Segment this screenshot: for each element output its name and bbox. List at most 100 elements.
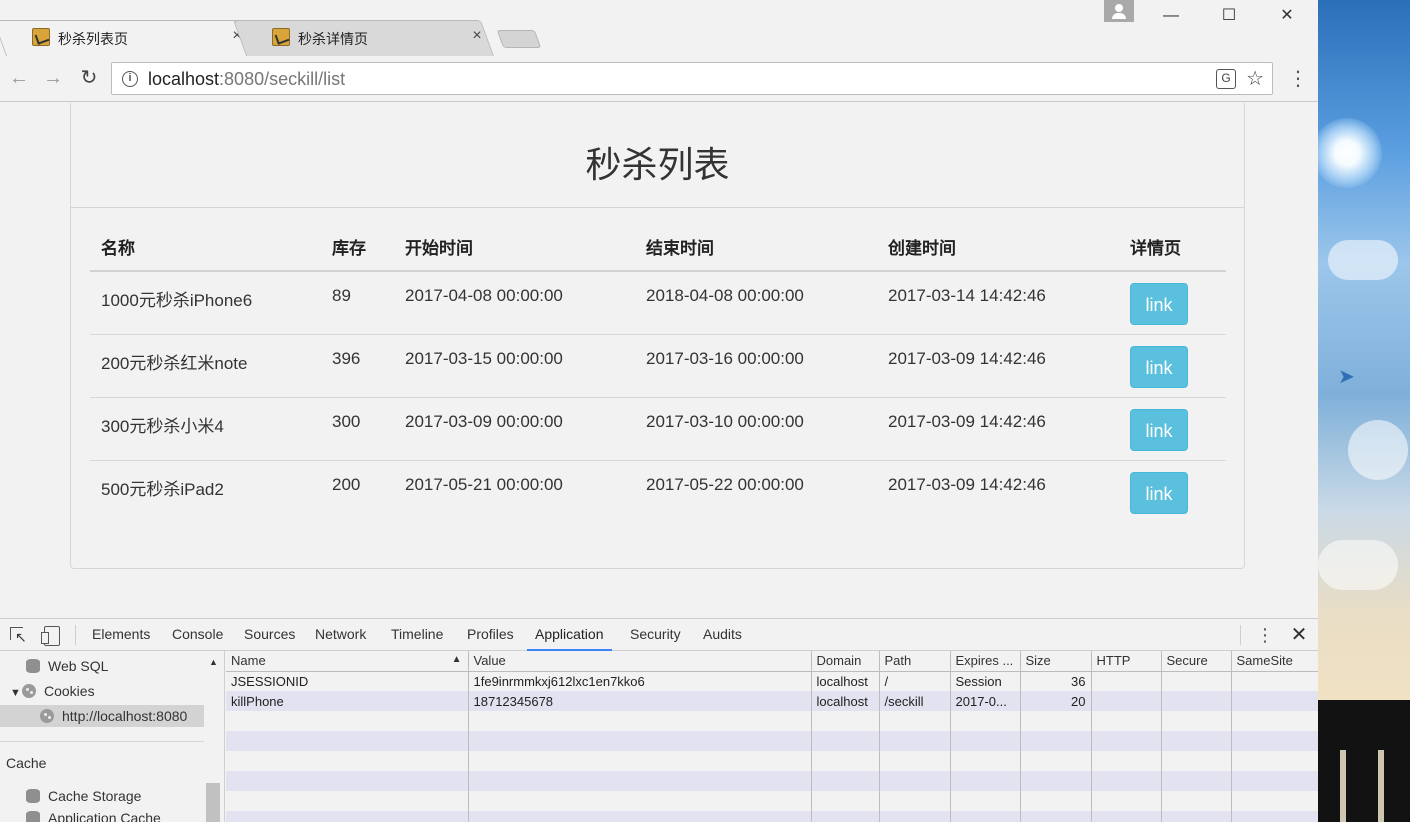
cookie-expires: Session	[950, 671, 1021, 691]
tab-title: 秒杀列表页	[58, 31, 128, 47]
tab-network[interactable]: Network	[307, 619, 374, 651]
empty-row	[226, 771, 1318, 791]
devtools-panel: Elements Console Sources Network Timelin…	[0, 618, 1318, 822]
site-info-icon[interactable]: i	[122, 71, 138, 87]
tab-security[interactable]: Security	[622, 619, 689, 651]
url-text[interactable]: localhost:8080/seckill/list	[148, 69, 345, 90]
tab-elements[interactable]: Elements	[84, 619, 158, 651]
col-http[interactable]: HTTP	[1091, 651, 1162, 672]
cell-created: 2017-03-09 14:42:46	[877, 334, 1119, 398]
cell-stock: 300	[321, 397, 394, 461]
col-name[interactable]: Name ▲	[226, 651, 469, 672]
empty-row	[226, 751, 1318, 771]
cell-stock: 200	[332, 474, 361, 494]
detail-link-button[interactable]: link	[1130, 471, 1188, 514]
cookie-icon	[22, 684, 36, 698]
col-secure[interactable]: Secure	[1161, 651, 1232, 672]
cell-name: 500元秒杀iPad2	[101, 479, 224, 499]
address-bar[interactable]: i localhost:8080/seckill/list G ☆	[111, 62, 1273, 95]
devtools-close-icon[interactable]: ✕	[1289, 623, 1309, 647]
col-samesite[interactable]: SameSite	[1231, 651, 1318, 672]
cookie-value: 1fe9inrmmkxj612lxc1en7kko6	[468, 671, 812, 691]
cell-end: 2017-03-16 00:00:00	[635, 334, 877, 398]
minimize-button[interactable]: —	[1142, 0, 1200, 32]
col-start-time: 开始时间	[394, 223, 635, 272]
sidebar-item-label: http://localhost:8080	[62, 708, 188, 724]
col-name: 名称	[90, 223, 321, 272]
divider	[1240, 625, 1241, 645]
device-toolbar-icon[interactable]	[40, 625, 60, 646]
browser-menu-icon[interactable]: ⋮	[1288, 66, 1308, 92]
seckill-table: 名称 库存 开始时间 结束时间 创建时间 详情页 1000元秒杀iPhone6 …	[90, 223, 1226, 523]
sidebar-item-label: Application Cache	[48, 810, 161, 822]
expand-arrow-icon[interactable]: ▼	[10, 682, 22, 704]
sidebar-item-application-cache[interactable]: Application Cache	[26, 807, 161, 822]
cookie-row[interactable]: killPhone 18712345678 localhost /seckill…	[226, 691, 1318, 711]
page-title: 秒杀列表	[585, 145, 730, 186]
scroll-up-arrow-icon[interactable]: ▲	[209, 657, 218, 667]
reload-icon[interactable]: ↻	[75, 64, 103, 92]
cell-name: 200元秒杀红米note	[90, 334, 321, 398]
col-expires[interactable]: Expires ...	[950, 651, 1021, 672]
cell-end: 2017-03-10 00:00:00	[635, 397, 877, 461]
detail-link-button[interactable]: link	[1130, 408, 1188, 451]
cookie-http	[1091, 691, 1162, 711]
cookie-http	[1091, 671, 1162, 691]
cell-name: 300元秒杀小米4	[90, 397, 321, 461]
cell-stock: 89	[321, 271, 394, 335]
frame-post	[1340, 750, 1346, 822]
tab-sources[interactable]: Sources	[236, 619, 303, 651]
forward-arrow-icon[interactable]: →	[39, 64, 67, 92]
tab-seckill-detail[interactable]: 秒杀详情页 ×	[232, 20, 494, 56]
cookie-samesite	[1231, 671, 1318, 691]
back-arrow-icon[interactable]: ←	[5, 64, 33, 92]
sidebar-item-cookies[interactable]: ▼ Cookies	[10, 680, 95, 702]
application-sidebar: Web SQL ▼ Cookies http://localhost:8080 C…	[0, 651, 225, 822]
title-bar: 秒杀列表页 × 秒杀详情页 × — ☐ ✕	[0, 0, 1318, 56]
bookmark-star-icon[interactable]: ☆	[1246, 66, 1264, 91]
tab-timeline[interactable]: Timeline	[383, 619, 451, 651]
detail-link-button[interactable]: link	[1130, 345, 1188, 388]
cookie-size: 36	[1020, 671, 1092, 691]
tab-console[interactable]: Console	[164, 619, 231, 651]
maximize-button[interactable]: ☐	[1200, 0, 1258, 32]
window-frame-silhouette	[1318, 700, 1410, 822]
browser-window: 秒杀列表页 × 秒杀详情页 × — ☐ ✕ ← → ↻ i localhost:…	[0, 0, 1318, 822]
sidebar-item-cache-storage[interactable]: Cache Storage	[26, 785, 141, 807]
cookie-row[interactable]: JSESSIONID 1fe9inrmmkxj612lxc1en7kko6 lo…	[226, 671, 1318, 691]
desktop-wallpaper: ➤	[1318, 0, 1410, 822]
sidebar-item-web-sql[interactable]: Web SQL	[26, 655, 108, 677]
close-window-button[interactable]: ✕	[1258, 0, 1316, 32]
tab-close-icon[interactable]: ×	[468, 27, 486, 45]
cookie-size: 20	[1020, 691, 1092, 711]
col-value[interactable]: Value	[468, 651, 812, 672]
table-row: 300元秒杀小米4 300 2017-03-09 00:00:00 2017-0…	[90, 397, 1226, 461]
panel-heading: 秒杀列表	[71, 103, 1244, 208]
col-domain[interactable]: Domain	[811, 651, 880, 672]
sidebar-group-cache: Cache	[6, 755, 47, 771]
new-tab-button[interactable]	[496, 30, 542, 48]
cell-detail: link	[1119, 334, 1226, 398]
cell-created: 2017-03-14 14:42:46	[877, 271, 1119, 335]
col-path[interactable]: Path	[879, 651, 951, 672]
sidebar-item-cookie-origin[interactable]: http://localhost:8080	[0, 705, 204, 727]
devtools-menu-icon[interactable]: ⋮	[1256, 623, 1274, 647]
cell-start: 2017-03-09 00:00:00	[394, 397, 635, 461]
cell-end: 2018-04-08 00:00:00	[635, 271, 877, 335]
tab-title: 秒杀详情页	[298, 31, 368, 47]
detail-link-button[interactable]: link	[1130, 283, 1188, 325]
col-size[interactable]: Size	[1020, 651, 1092, 672]
devtools-tabbar: Elements Console Sources Network Timelin…	[0, 619, 1318, 651]
tab-seckill-list[interactable]: 秒杀列表页 ×	[0, 20, 255, 56]
profile-icon[interactable]	[1104, 0, 1134, 22]
frame-post	[1378, 750, 1384, 822]
tab-application[interactable]: Application	[527, 619, 612, 651]
tab-profiles[interactable]: Profiles	[459, 619, 522, 651]
database-icon	[26, 659, 40, 673]
col-create-time: 创建时间	[877, 223, 1119, 272]
translate-icon[interactable]: G	[1216, 69, 1236, 89]
tab-audits[interactable]: Audits	[695, 619, 750, 651]
inspect-element-icon[interactable]	[8, 625, 28, 646]
sidebar-scrollbar[interactable]	[206, 783, 220, 822]
database-icon	[26, 789, 40, 803]
